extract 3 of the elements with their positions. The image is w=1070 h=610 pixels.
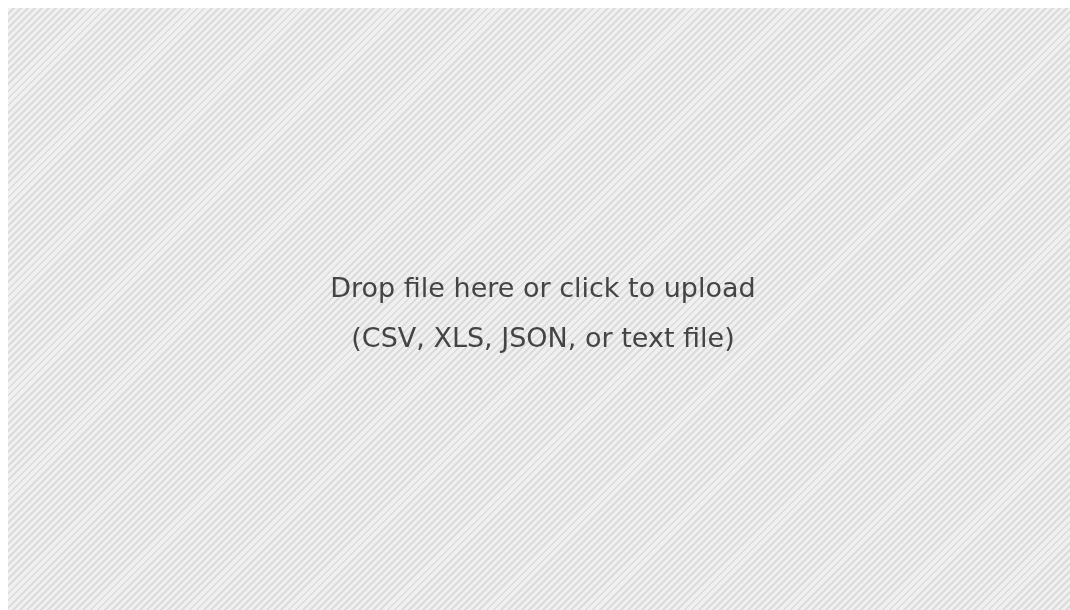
upload-prompt: Drop file here or click to upload: [330, 271, 756, 305]
file-types-hint: (CSV, XLS, JSON, or text file): [351, 321, 735, 355]
upload-dropzone[interactable]: Drop file here or click to upload (CSV, XLS, JSON, or text file): [8, 8, 1070, 610]
